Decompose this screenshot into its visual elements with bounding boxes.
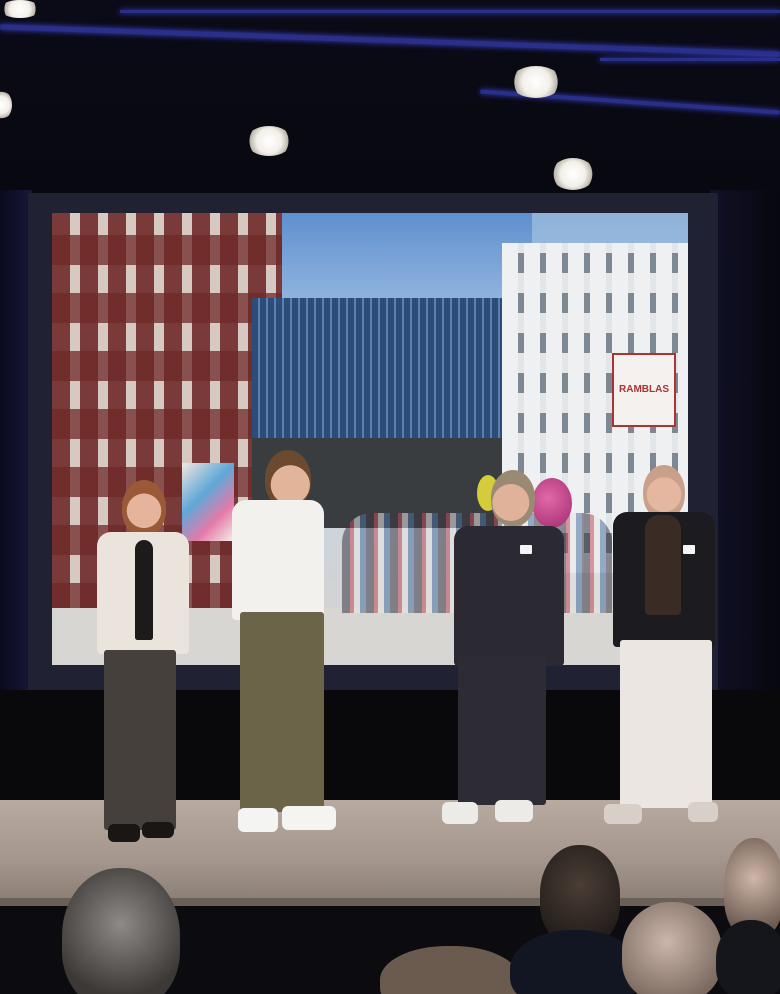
stage-scene: RAMBLAS bbox=[0, 0, 780, 994]
lighting-truss bbox=[120, 10, 780, 13]
legs bbox=[458, 655, 546, 805]
spotlight bbox=[0, 0, 40, 18]
shoe bbox=[442, 802, 478, 824]
shoe bbox=[604, 804, 642, 824]
torso bbox=[454, 526, 564, 666]
spotlight bbox=[246, 126, 292, 156]
legs bbox=[104, 650, 176, 830]
shoe bbox=[495, 800, 533, 822]
lighting-truss bbox=[0, 24, 780, 57]
glass-facade bbox=[252, 298, 522, 438]
shoe bbox=[108, 824, 140, 842]
store-sign: RAMBLAS bbox=[612, 353, 676, 427]
lighting-truss bbox=[600, 58, 780, 61]
ceiling bbox=[0, 0, 780, 200]
head bbox=[643, 465, 685, 519]
torso bbox=[232, 500, 324, 620]
head bbox=[491, 470, 535, 526]
audience-body bbox=[716, 920, 780, 994]
audience-head bbox=[62, 868, 180, 994]
legs bbox=[620, 640, 712, 808]
turtleneck bbox=[645, 515, 681, 615]
shoe bbox=[282, 806, 336, 830]
shoe bbox=[238, 808, 278, 832]
spotlight bbox=[510, 66, 562, 98]
head bbox=[122, 480, 166, 536]
balloons bbox=[532, 478, 572, 528]
shoe bbox=[688, 802, 718, 822]
audience-head bbox=[622, 902, 722, 994]
spotlight bbox=[551, 158, 595, 190]
name-badge bbox=[683, 545, 695, 554]
billboard bbox=[182, 463, 234, 541]
shoe bbox=[142, 822, 174, 838]
audience-body bbox=[510, 930, 640, 994]
shirt bbox=[135, 540, 153, 640]
spotlight bbox=[0, 90, 12, 120]
legs bbox=[240, 612, 324, 812]
name-badge bbox=[520, 545, 532, 554]
